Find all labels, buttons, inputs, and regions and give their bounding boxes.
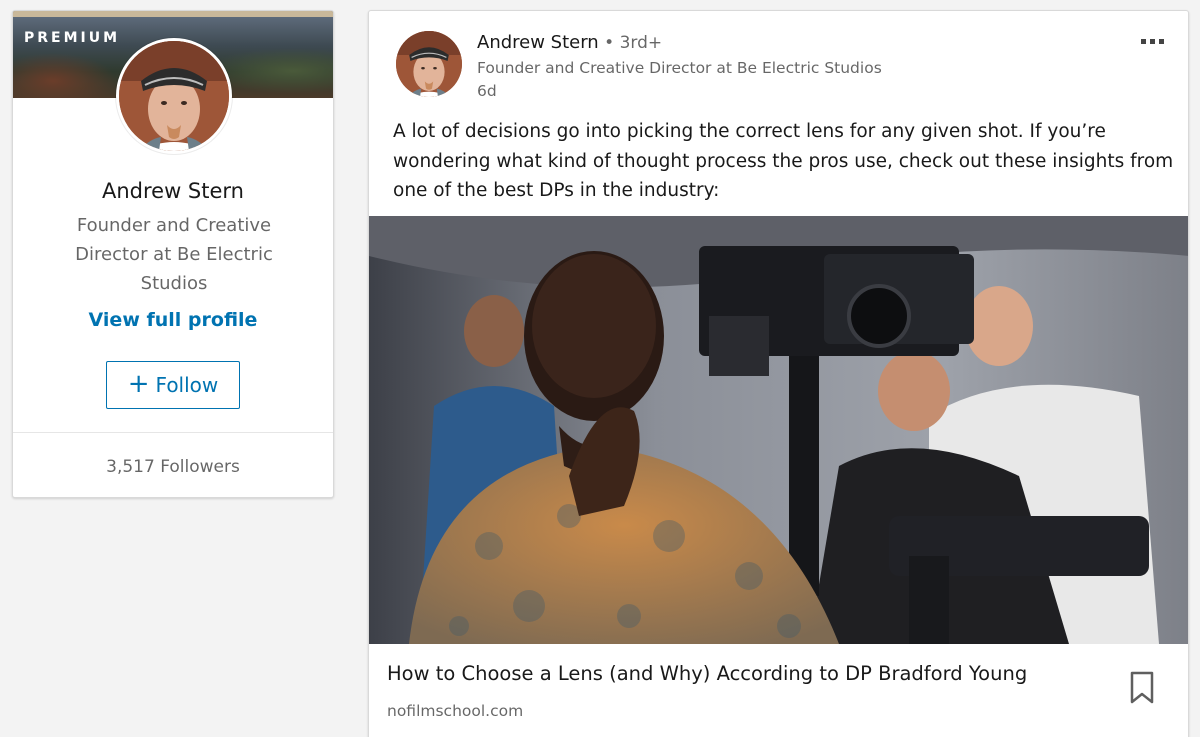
view-full-profile-link[interactable]: View full profile	[13, 309, 333, 331]
profile-headline: Founder and Creative Director at Be Elec…	[75, 215, 273, 294]
follow-label: Follow	[155, 373, 219, 397]
post-text: A lot of decisions go into picking the c…	[393, 121, 1174, 201]
plus-icon: +	[127, 369, 150, 399]
card-divider	[13, 432, 333, 433]
post-author-name[interactable]: Andrew Stern	[477, 32, 599, 53]
feed-page: PREMIUM Andrew Stern Founder and Creativ…	[0, 0, 1200, 737]
more-dots-icon	[1140, 38, 1146, 44]
follow-button[interactable]: + Follow	[106, 361, 240, 409]
feed-post: Andrew Stern • 3rd+ Founder and Creative…	[368, 10, 1189, 737]
profile-card: PREMIUM Andrew Stern Founder and Creativ…	[12, 10, 334, 498]
more-options-button[interactable]	[1134, 31, 1170, 51]
followers-count: 3,517 Followers	[106, 457, 240, 477]
connection-degree: • 3rd+	[598, 33, 663, 53]
save-bookmark-button[interactable]	[1129, 671, 1155, 705]
article-photo	[369, 216, 1188, 644]
more-dots-icon	[1158, 38, 1164, 44]
profile-avatar[interactable]	[116, 38, 232, 154]
avatar-photo	[119, 41, 229, 151]
premium-badge: PREMIUM	[24, 30, 121, 46]
post-timestamp: 6d	[477, 82, 497, 100]
post-author-headline: Founder and Creative Director at Be Elec…	[477, 59, 882, 77]
post-author-avatar[interactable]	[396, 31, 462, 97]
article-title-link[interactable]: How to Choose a Lens (and Why) According…	[387, 662, 1107, 685]
post-author-line: Andrew Stern • 3rd+	[477, 32, 662, 53]
avatar-photo	[396, 31, 462, 97]
more-dots-icon	[1149, 38, 1155, 44]
article-source: nofilmschool.com	[387, 702, 524, 720]
bookmark-icon	[1130, 671, 1154, 704]
article-image[interactable]	[369, 216, 1188, 644]
profile-name[interactable]: Andrew Stern	[13, 179, 333, 203]
